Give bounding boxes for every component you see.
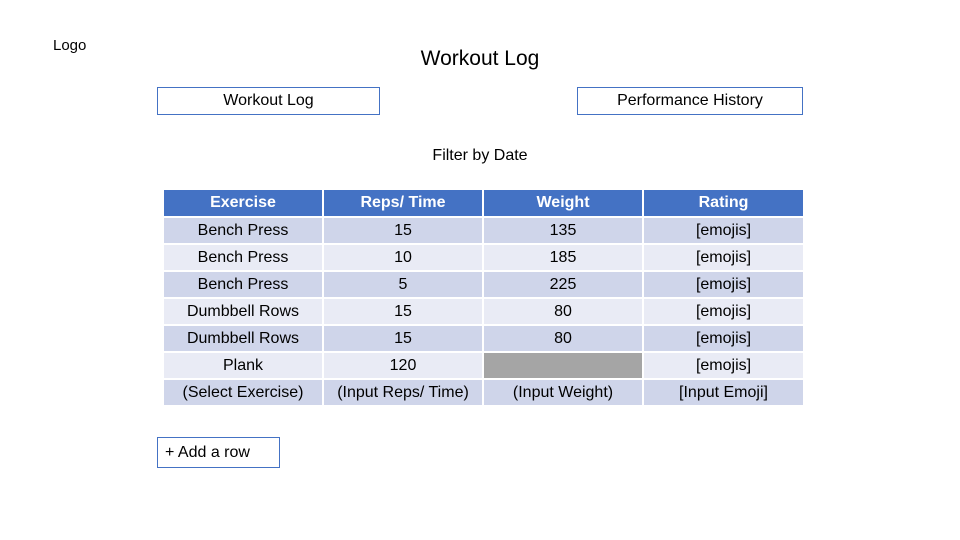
reps-cell: 10	[322, 243, 484, 272]
new-entry-row: (Select Exercise) (Input Reps/ Time) (In…	[162, 378, 805, 407]
reps-cell: 5	[322, 270, 484, 299]
reps-cell: 15	[322, 297, 484, 326]
weight-cell: 80	[482, 297, 644, 326]
column-header-weight: Weight	[482, 188, 644, 218]
table-row: Bench Press 15 135 [emojis]	[162, 216, 805, 245]
rating-cell: [emojis]	[642, 270, 805, 299]
exercise-cell: Bench Press	[162, 216, 324, 245]
reps-cell: 120	[322, 351, 484, 380]
add-row-button[interactable]: + Add a row	[157, 437, 280, 468]
rating-cell: [emojis]	[642, 216, 805, 245]
reps-time-input[interactable]: (Input Reps/ Time)	[322, 378, 484, 407]
column-header-rating: Rating	[642, 188, 805, 218]
rating-cell: [emojis]	[642, 351, 805, 380]
exercise-cell: Dumbbell Rows	[162, 297, 324, 326]
column-header-reps-time: Reps/ Time	[322, 188, 484, 218]
weight-cell: 80	[482, 324, 644, 353]
table-row: Dumbbell Rows 15 80 [emojis]	[162, 297, 805, 326]
workout-table: Exercise Reps/ Time Weight Rating Bench …	[162, 188, 805, 407]
page-title: Workout Log	[420, 47, 540, 70]
reps-cell: 15	[322, 216, 484, 245]
table-row: Bench Press 5 225 [emojis]	[162, 270, 805, 299]
weight-cell-disabled	[482, 351, 644, 380]
table-row: Dumbbell Rows 15 80 [emojis]	[162, 324, 805, 353]
weight-cell: 135	[482, 216, 644, 245]
weight-cell: 185	[482, 243, 644, 272]
weight-cell: 225	[482, 270, 644, 299]
exercise-cell: Plank	[162, 351, 324, 380]
table-row: Plank 120 [emojis]	[162, 351, 805, 380]
exercise-cell: Dumbbell Rows	[162, 324, 324, 353]
filter-by-date[interactable]: Filter by Date	[0, 147, 960, 165]
exercise-cell: Bench Press	[162, 270, 324, 299]
rating-cell: [emojis]	[642, 324, 805, 353]
rating-cell: [emojis]	[642, 297, 805, 326]
table-row: Bench Press 10 185 [emojis]	[162, 243, 805, 272]
performance-history-button[interactable]: Performance History	[577, 87, 803, 115]
reps-cell: 15	[322, 324, 484, 353]
workout-log-button[interactable]: Workout Log	[157, 87, 380, 115]
rating-cell: [emojis]	[642, 243, 805, 272]
table-header-row: Exercise Reps/ Time Weight Rating	[162, 188, 805, 218]
emoji-rating-input[interactable]: [Input Emoji]	[642, 378, 805, 407]
weight-input[interactable]: (Input Weight)	[482, 378, 644, 407]
column-header-exercise: Exercise	[162, 188, 324, 218]
select-exercise-dropdown[interactable]: (Select Exercise)	[162, 378, 324, 407]
exercise-cell: Bench Press	[162, 243, 324, 272]
